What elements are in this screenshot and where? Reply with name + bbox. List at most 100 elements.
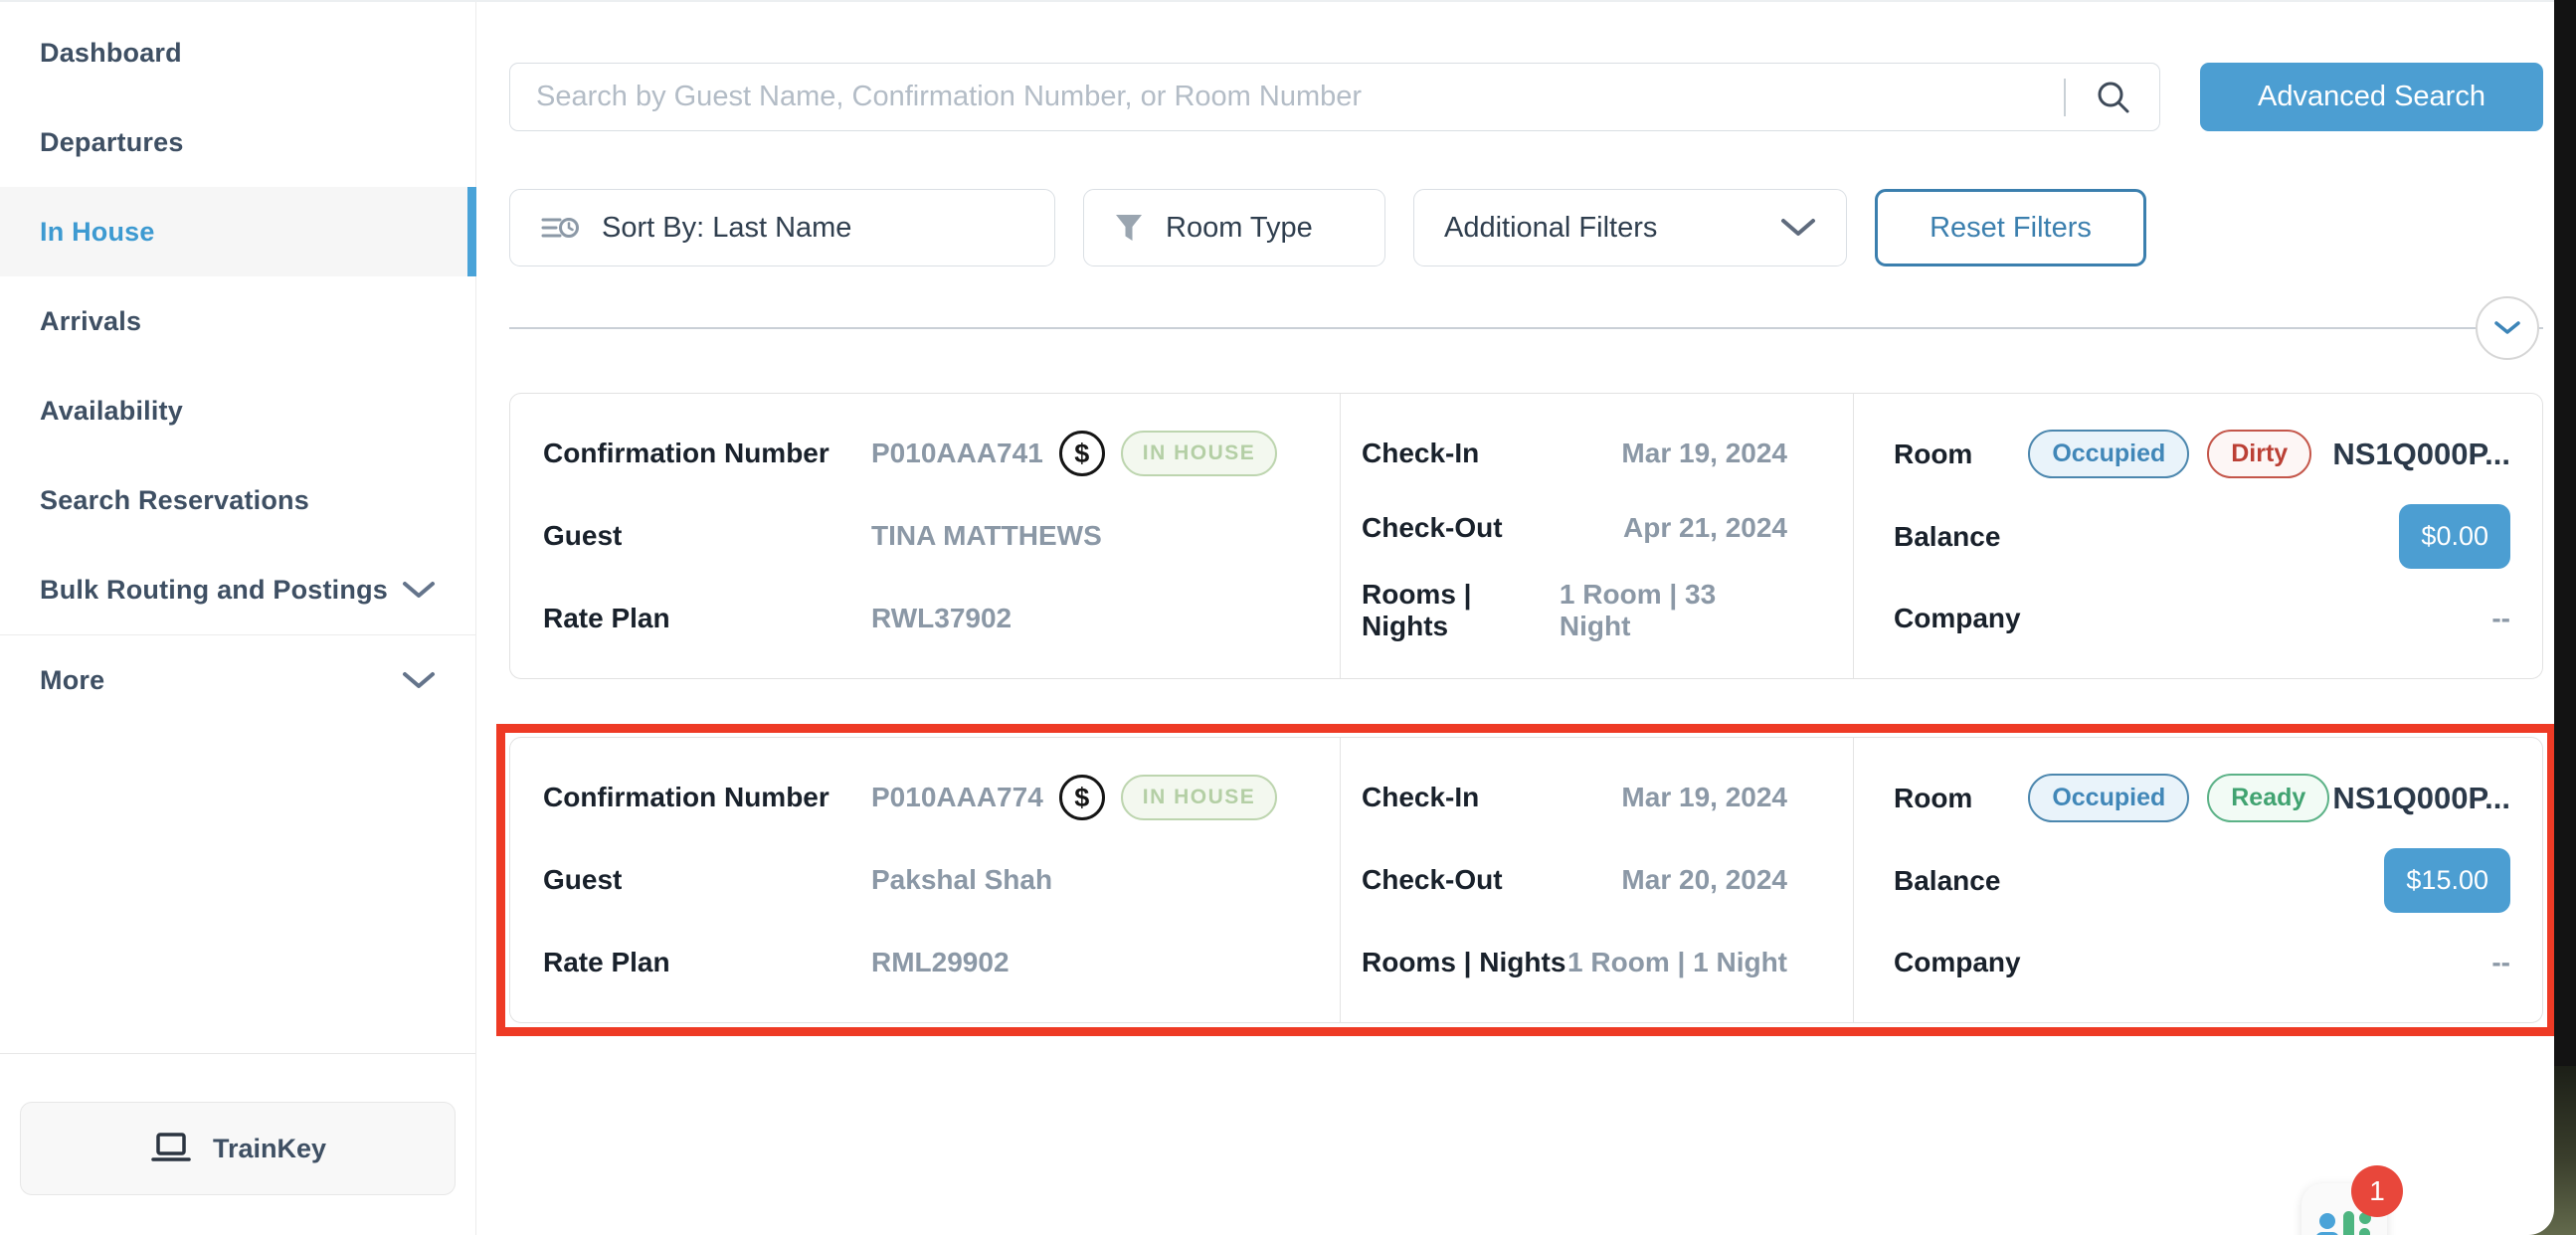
company-label: Company <box>1894 947 2021 978</box>
check-in-value: Mar 19, 2024 <box>1621 438 1787 469</box>
card-guest-section: Confirmation Number P010AAA774 $ IN HOUS… <box>510 738 1341 1022</box>
payment-dollar-icon[interactable]: $ <box>1059 431 1105 476</box>
notification-badge: 1 <box>2351 1165 2403 1217</box>
company-label: Company <box>1894 603 2021 634</box>
sidebar-item-label: Arrivals <box>40 306 141 337</box>
filter-row: Sort By: Last Name Room Type Additional … <box>509 189 2543 266</box>
company-value: -- <box>2491 947 2510 978</box>
search-row: Advanced Search <box>509 63 2543 131</box>
guest-label: Guest <box>543 520 871 552</box>
confirmation-value: P010AAA741 <box>871 438 1043 469</box>
room-status-badge-occupied: Occupied <box>2028 774 2189 822</box>
check-out-value: Mar 20, 2024 <box>1621 864 1787 896</box>
sidebar-item-label: Search Reservations <box>40 485 309 516</box>
sidebar-footer: TrainKey <box>0 1053 475 1235</box>
check-in-label: Check-In <box>1362 438 1479 469</box>
advanced-search-button[interactable]: Advanced Search <box>2200 63 2543 131</box>
sidebar-item-label: Bulk Routing and Postings <box>40 575 388 606</box>
app-window: Dashboard Departures In House Arrivals A… <box>0 0 2554 1235</box>
rooms-nights-label: Rooms | Nights <box>1362 947 1565 978</box>
rate-plan-label: Rate Plan <box>543 603 871 634</box>
reservation-card-highlighted[interactable]: Confirmation Number P010AAA774 $ IN HOUS… <box>509 737 2543 1023</box>
card-room-section: Room Occupied Dirty NS1Q000P... Balance … <box>1854 394 2542 678</box>
collapse-toggle-button[interactable] <box>2476 296 2539 360</box>
search-icon[interactable] <box>2094 78 2133 117</box>
search-box <box>509 63 2160 131</box>
sidebar-item-more[interactable]: More <box>0 635 475 725</box>
in-house-badge: IN HOUSE <box>1121 775 1278 820</box>
check-out-label: Check-Out <box>1362 512 1503 544</box>
chevron-down-icon <box>2493 320 2521 336</box>
sidebar-item-in-house[interactable]: In House <box>0 187 475 276</box>
search-separator <box>2064 79 2066 116</box>
rate-plan-value: RWL37902 <box>871 603 1312 634</box>
sidebar-item-label: Dashboard <box>40 38 182 69</box>
reservation-card[interactable]: Confirmation Number P010AAA741 $ IN HOUS… <box>509 393 2543 679</box>
room-status-badge-dirty: Dirty <box>2207 430 2311 478</box>
check-in-value: Mar 19, 2024 <box>1621 782 1787 813</box>
sidebar-item-label: Availability <box>40 396 183 427</box>
sidebar-item-bulk-routing[interactable]: Bulk Routing and Postings <box>0 545 475 634</box>
rate-plan-label: Rate Plan <box>543 947 871 978</box>
sidebar-item-label: In House <box>40 217 155 248</box>
sidebar-item-search-reservations[interactable]: Search Reservations <box>0 455 475 545</box>
rate-plan-value: RML29902 <box>871 947 1312 978</box>
room-type-label: Room Type <box>1166 212 1313 245</box>
card-stay-section: Check-In Mar 19, 2024 Check-Out Mar 20, … <box>1341 738 1854 1022</box>
check-out-label: Check-Out <box>1362 864 1503 896</box>
card-stay-section: Check-In Mar 19, 2024 Check-Out Apr 21, … <box>1341 394 1854 678</box>
balance-amount-button[interactable]: $0.00 <box>2399 504 2510 569</box>
guest-label: Guest <box>543 864 871 896</box>
sidebar-item-dashboard[interactable]: Dashboard <box>0 8 475 97</box>
sidebar-item-arrivals[interactable]: Arrivals <box>0 276 475 366</box>
in-house-badge: IN HOUSE <box>1121 431 1278 476</box>
sidebar-item-label: More <box>40 665 104 696</box>
room-type-filter-button[interactable]: Room Type <box>1083 189 1385 266</box>
additional-filters-label: Additional Filters <box>1444 212 1657 245</box>
payment-dollar-icon[interactable]: $ <box>1059 775 1105 820</box>
sidebar-item-label: Departures <box>40 127 184 158</box>
confirmation-value: P010AAA774 <box>871 782 1043 813</box>
room-label: Room <box>1894 783 1972 814</box>
rooms-nights-value: 1 Room | 33 Night <box>1560 579 1787 642</box>
search-input[interactable] <box>536 81 2036 113</box>
sidebar-item-departures[interactable]: Departures <box>0 97 475 187</box>
trainkey-button[interactable]: TrainKey <box>20 1102 456 1195</box>
guest-value: Pakshal Shah <box>871 864 1312 896</box>
guest-value: TINA MATTHEWS <box>871 520 1312 552</box>
results-divider <box>509 327 2543 329</box>
laptop-icon <box>149 1131 193 1166</box>
room-status-badge-ready: Ready <box>2207 774 2329 822</box>
sidebar: Dashboard Departures In House Arrivals A… <box>0 2 476 1235</box>
chevron-down-icon <box>402 670 436 690</box>
confirmation-label: Confirmation Number <box>543 438 871 469</box>
trainkey-label: TrainKey <box>213 1134 326 1164</box>
card-room-section: Room Occupied Ready NS1Q000P... Balance … <box>1854 738 2542 1022</box>
room-status-badge-occupied: Occupied <box>2028 430 2189 478</box>
rooms-nights-label: Rooms | Nights <box>1362 579 1560 642</box>
sort-by-time-icon <box>540 212 580 244</box>
chat-app-icon[interactable]: 1 <box>2301 1183 2387 1235</box>
room-label: Room <box>1894 439 1972 470</box>
sidebar-nav: Dashboard Departures In House Arrivals A… <box>0 2 475 725</box>
check-out-value: Apr 21, 2024 <box>1623 512 1787 544</box>
rooms-nights-value: 1 Room | 1 Night <box>1567 947 1787 978</box>
funnel-filter-icon <box>1114 212 1144 244</box>
card-guest-section: Confirmation Number P010AAA741 $ IN HOUS… <box>510 394 1341 678</box>
check-in-label: Check-In <box>1362 782 1479 813</box>
reset-filters-button[interactable]: Reset Filters <box>1875 189 2146 266</box>
main-content: Advanced Search Sort By: Last Name Room … <box>476 2 2554 1235</box>
balance-amount-button[interactable]: $15.00 <box>2384 848 2510 913</box>
sort-by-button[interactable]: Sort By: Last Name <box>509 189 1055 266</box>
chevron-down-icon <box>1780 218 1816 238</box>
room-number-value: NS1Q000P... <box>2332 437 2510 472</box>
company-value: -- <box>2491 603 2510 634</box>
balance-label: Balance <box>1894 865 2000 897</box>
balance-label: Balance <box>1894 521 2000 553</box>
confirmation-label: Confirmation Number <box>543 782 871 813</box>
sort-by-label: Sort By: Last Name <box>602 212 851 245</box>
chevron-down-icon <box>402 580 436 600</box>
sidebar-item-availability[interactable]: Availability <box>0 366 475 455</box>
room-number-value: NS1Q000P... <box>2332 781 2510 816</box>
additional-filters-button[interactable]: Additional Filters <box>1413 189 1847 266</box>
